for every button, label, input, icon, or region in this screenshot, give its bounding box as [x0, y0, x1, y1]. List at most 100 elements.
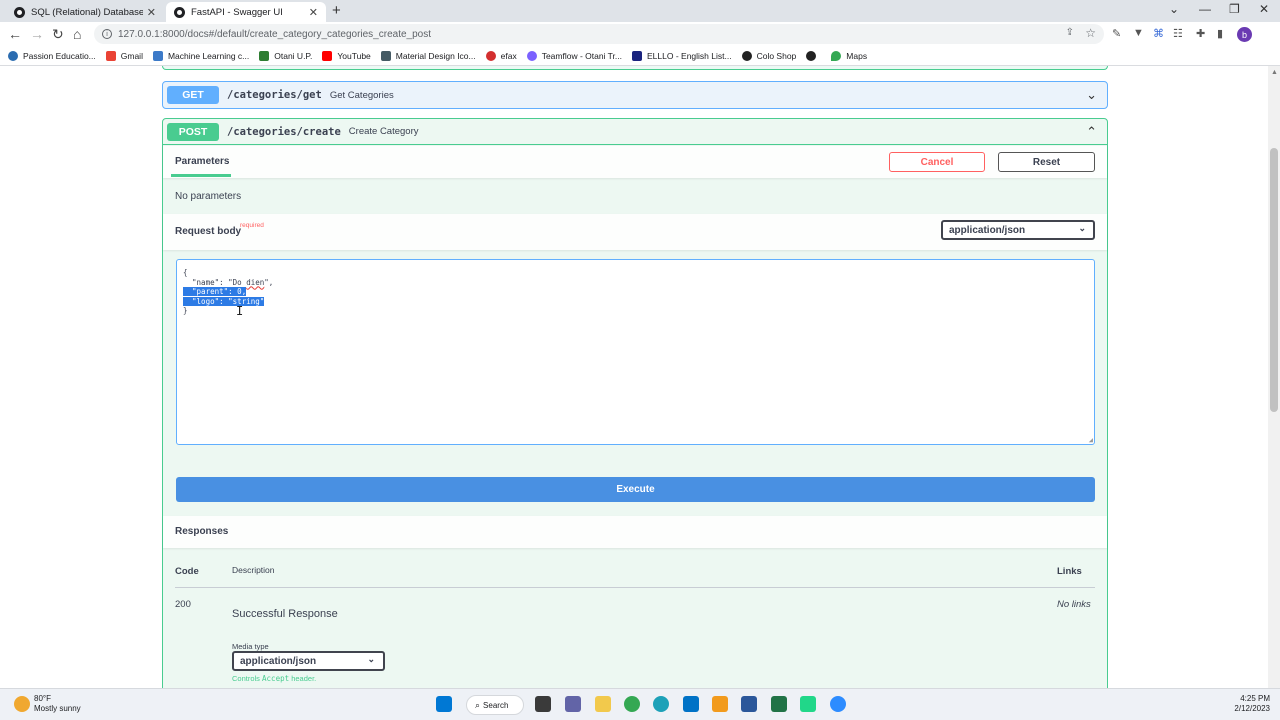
bookmark-item[interactable]: ELLLO - English List...: [632, 50, 732, 61]
youtube-icon: [322, 50, 333, 61]
forward-icon[interactable]: →: [30, 26, 44, 42]
grid-extension-icon[interactable]: ☷: [1173, 27, 1183, 40]
task-view-icon[interactable]: [535, 696, 551, 712]
filter-extension-icon[interactable]: ▼: [1133, 27, 1144, 39]
bookmark-favicon-icon: [380, 50, 391, 61]
bookmark-item[interactable]: [806, 50, 821, 61]
bookmark-item[interactable]: Colo Shop: [741, 50, 797, 61]
reset-button[interactable]: Reset: [998, 152, 1095, 172]
profile-avatar[interactable]: b: [1237, 27, 1252, 42]
editor-line-selected: "parent": 0,: [183, 287, 1088, 297]
operation-summary: Get Categories: [329, 89, 394, 101]
request-body-editor[interactable]: { "name": "Do dien", "parent": 0, "logo"…: [176, 259, 1095, 445]
chrome-icon[interactable]: [624, 696, 640, 712]
content-type-select[interactable]: application/json ⌄: [941, 220, 1095, 240]
chevron-down-icon: ⌄: [367, 654, 375, 664]
resize-grip-icon[interactable]: ◢: [1089, 436, 1093, 444]
bookmark-item[interactable]: efax: [485, 50, 517, 61]
mail-icon[interactable]: [683, 696, 699, 712]
github-icon: [806, 50, 817, 61]
bookmark-label: Colo Shop: [756, 50, 797, 61]
method-badge: GET: [167, 86, 219, 104]
bookmarks-bar: Passion Educatio... Gmail Machine Learni…: [0, 46, 1280, 66]
get-categories-operation[interactable]: GET /categories/get Get Categories ⌄: [162, 81, 1108, 109]
home-icon[interactable]: ⌂: [73, 26, 81, 42]
pen-extension-icon[interactable]: ✎: [1112, 27, 1121, 40]
bookmark-item[interactable]: Material Design Ico...: [380, 50, 476, 61]
minimize-button[interactable]: —: [1199, 2, 1211, 16]
bookmark-label: Material Design Ico...: [395, 50, 476, 61]
tab-fastapi-swagger[interactable]: FastAPI - Swagger UI ✕: [166, 2, 326, 22]
tab-sql-databases[interactable]: SQL (Relational) Databases with F ✕: [6, 2, 164, 22]
note-prefix: Controls: [232, 674, 260, 683]
site-info-icon[interactable]: i: [102, 29, 112, 39]
selected-text: "parent": 0,: [183, 287, 247, 296]
clock-time: 4:25 PM: [1240, 694, 1270, 703]
bookmark-item[interactable]: Passion Educatio...: [8, 50, 96, 61]
bookmark-item[interactable]: Machine Learning c...: [152, 50, 250, 61]
search-label: Search: [483, 700, 509, 710]
edge-icon[interactable]: [653, 696, 669, 712]
teams-chat-icon[interactable]: [565, 696, 581, 712]
search-icon: ⌕: [475, 699, 481, 710]
tab-label: SQL (Relational) Databases with F: [31, 6, 143, 18]
bookmark-star-icon[interactable]: ☆: [1085, 26, 1096, 40]
tab-search-icon[interactable]: ⌄: [1169, 2, 1179, 16]
bookmark-label: Machine Learning c...: [167, 50, 250, 61]
response-code: 200: [175, 599, 191, 610]
media-type-select[interactable]: application/json ⌄: [232, 651, 385, 671]
maximize-button[interactable]: ❐: [1229, 2, 1240, 16]
maps-pin-icon: [831, 50, 842, 61]
selected-text: "logo": "string": [183, 296, 265, 306]
url-input[interactable]: i 127.0.0.1:8000/docs#/default/create_ca…: [94, 24, 1104, 44]
close-tab-icon[interactable]: ✕: [147, 6, 156, 19]
bookmark-item[interactable]: Maps: [831, 50, 867, 61]
taskbar-search-button[interactable]: ⌕ Search: [466, 695, 524, 715]
new-tab-button[interactable]: +: [332, 2, 341, 19]
reload-icon[interactable]: ↻: [52, 26, 64, 42]
weather-widget[interactable]: 80°F Mostly sunny: [34, 694, 81, 714]
github-icon: [14, 6, 25, 18]
operation-header[interactable]: POST /categories/create Create Category …: [163, 119, 1107, 145]
editor-line: {: [183, 268, 188, 277]
chevron-down-icon[interactable]: ⌄: [1086, 87, 1097, 103]
content-type-value: application/json: [949, 224, 1026, 236]
previous-operation-block: [162, 66, 1108, 70]
windows-start-icon[interactable]: [436, 696, 452, 712]
pycharm-icon[interactable]: [800, 696, 816, 712]
bookmark-item[interactable]: Otani U.P.: [259, 50, 312, 61]
extensions-puzzle-icon[interactable]: ✚: [1196, 27, 1205, 40]
operation-summary: Create Category: [348, 126, 419, 137]
bookmark-item[interactable]: Teamflow - Otani Tr...: [526, 50, 622, 61]
system-clock[interactable]: 4:25 PM 2/12/2023: [1220, 694, 1270, 714]
create-category-operation: POST /categories/create Create Category …: [162, 118, 1108, 688]
sublime-text-icon[interactable]: [712, 696, 728, 712]
execute-button[interactable]: Execute: [176, 477, 1095, 502]
scroll-thumb[interactable]: [1270, 148, 1278, 412]
translate-extension-icon[interactable]: ⌘: [1153, 27, 1164, 40]
tab-parameters[interactable]: Parameters: [175, 156, 229, 167]
weather-sun-icon[interactable]: [14, 696, 30, 712]
bookmark-item[interactable]: YouTube: [322, 50, 371, 61]
page-scrollbar[interactable]: ▲: [1268, 66, 1280, 688]
note-suffix: header.: [291, 674, 317, 683]
excel-icon[interactable]: [771, 696, 787, 712]
chevron-up-icon[interactable]: ⌃: [1086, 124, 1097, 140]
bookmark-item[interactable]: Gmail: [105, 50, 143, 61]
scroll-up-icon[interactable]: ▲: [1271, 69, 1278, 76]
bookmark-label: Gmail: [120, 50, 143, 61]
zoom-icon[interactable]: [830, 696, 846, 712]
browser-tab-bar: SQL (Relational) Databases with F ✕ Fast…: [0, 0, 1280, 22]
close-window-button[interactable]: ✕: [1259, 2, 1269, 16]
required-marker: required: [240, 222, 264, 229]
word-icon[interactable]: [741, 696, 757, 712]
parameters-section-header: Parameters Cancel Reset: [163, 146, 1107, 178]
bookmark-label: Passion Educatio...: [23, 50, 96, 61]
side-panel-icon[interactable]: ▮: [1217, 27, 1223, 40]
cancel-button[interactable]: Cancel: [889, 152, 985, 172]
share-icon[interactable]: ⇪: [1066, 27, 1074, 38]
close-tab-icon[interactable]: ✕: [309, 6, 318, 19]
back-icon[interactable]: ←: [8, 26, 22, 42]
file-explorer-icon[interactable]: [595, 696, 611, 712]
response-description: Successful Response: [232, 608, 338, 620]
